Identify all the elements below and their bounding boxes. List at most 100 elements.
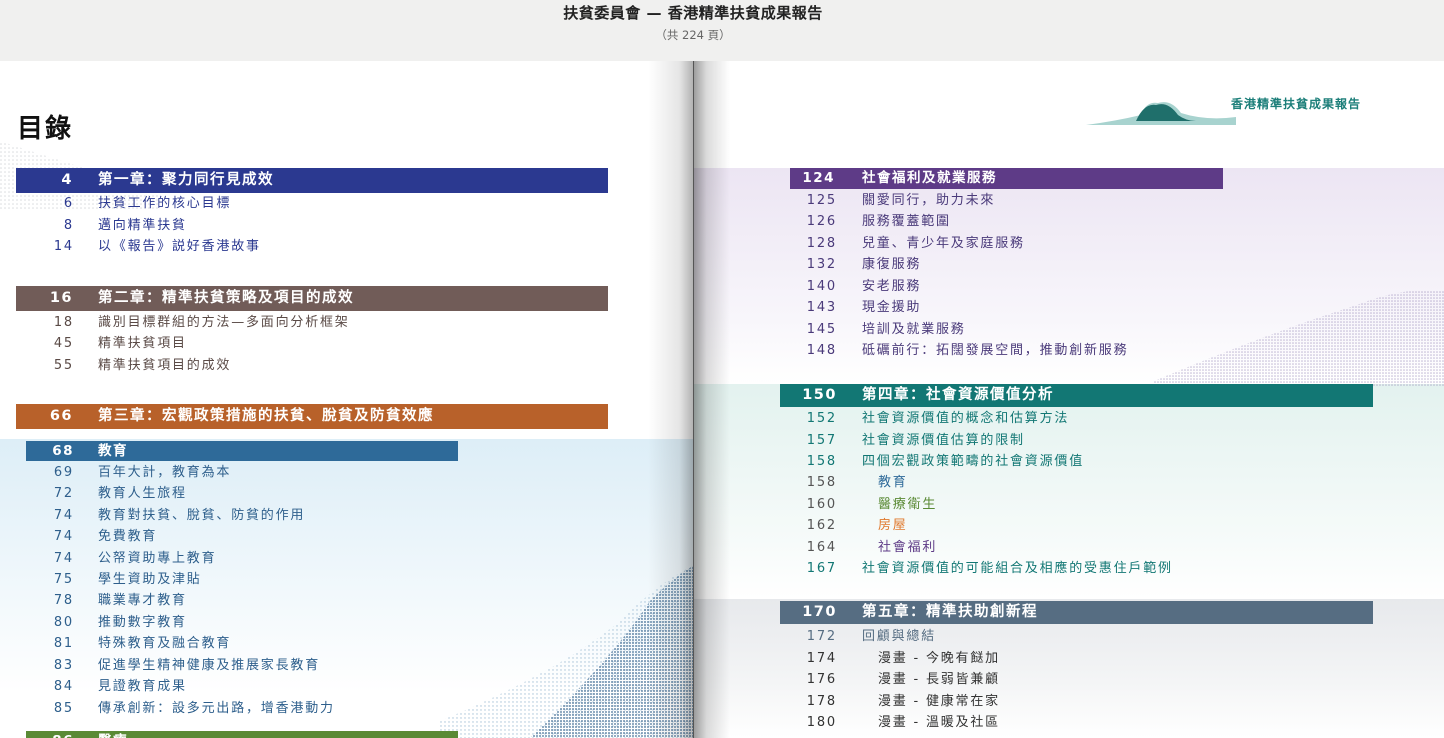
toc-item[interactable]: 125 關愛同行，助力未來 [694, 191, 1344, 211]
toc-item[interactable]: 126 服務覆蓋範圍 [694, 212, 1344, 232]
item-title: 免費教育 [98, 529, 158, 544]
item-title: 教育 [878, 475, 908, 490]
viewer-header: 扶貧委員會 — 香港精準扶貧成果報告 （共 224 頁） [0, 0, 1444, 60]
page-number: 6 [63, 196, 74, 211]
toc-item[interactable]: 128 兒童、青少年及家庭服務 [694, 234, 1344, 254]
toc-subitem[interactable]: 174 漫畫 - 今晚有餸加 [694, 649, 1344, 669]
chapter-3-bar[interactable]: 66 第三章：宏觀政策措施的扶貧、脫貧及防貧效應 [16, 404, 608, 429]
toc-item[interactable]: 83 促進學生精神健康及推展家長教育 [0, 656, 600, 676]
item-title: 以《報告》説好香港故事 [98, 239, 261, 254]
item-title: 識別目標群組的方法—多面向分析框架 [98, 315, 350, 330]
item-title: 服務覆蓋範圍 [862, 214, 951, 229]
toc-item[interactable]: 14 以《報告》説好香港故事 [0, 237, 600, 257]
toc-item[interactable]: 78 職業專才教育 [0, 591, 600, 611]
toc-item[interactable]: 72 教育人生旅程 [0, 484, 600, 504]
toc-item[interactable]: 74 免費教育 [0, 527, 600, 547]
toc-item[interactable]: 140 安老服務 [694, 277, 1344, 297]
toc-subitem[interactable]: 178 漫畫 - 健康常在家 [694, 692, 1344, 712]
spine-shadow [694, 61, 730, 738]
page-number: 74 [53, 551, 74, 566]
toc-item[interactable]: 80 推動數字教育 [0, 613, 600, 633]
chapter-5-bar[interactable]: 170 第五章：精準扶助創新程 [780, 601, 1373, 624]
toc-item[interactable]: 143 現金援助 [694, 298, 1344, 318]
item-title: 傳承創新：設多元出路，增香港動力 [98, 701, 335, 716]
item-title: 精準扶貧項目的成效 [98, 358, 232, 373]
toc-item[interactable]: 55 精準扶貧項目的成效 [0, 356, 600, 376]
toc-item[interactable]: 157 社會資源價值估算的限制 [694, 431, 1344, 451]
toc-item[interactable]: 8 邁向精準扶貧 [0, 216, 600, 236]
toc-item[interactable]: 74 教育對扶貧、脫貧、防貧的作用 [0, 506, 600, 526]
report-logo-text: 香港精準扶貧成果報告 [1231, 97, 1362, 111]
toc-item[interactable]: 145 培訓及就業服務 [694, 320, 1344, 340]
page-number: 69 [53, 465, 74, 480]
item-title: 現金援助 [862, 300, 922, 315]
item-title: 兒童、青少年及家庭服務 [862, 236, 1025, 251]
education-bar[interactable]: 68 教育 [26, 441, 458, 461]
page-number: 78 [53, 593, 74, 608]
item-title: 教育人生旅程 [98, 486, 187, 501]
toc-item[interactable]: 6 扶貧工作的核心目標 [0, 194, 600, 214]
item-title: 邁向精準扶貧 [98, 218, 187, 233]
item-title: 社會資源價值的可能組合及相應的受惠住戶範例 [862, 561, 1173, 576]
chapter-title: 第五章：精準扶助創新程 [862, 604, 1038, 620]
toc-item[interactable]: 75 學生資助及津貼 [0, 570, 600, 590]
toc-subitem[interactable]: 164 社會福利 [694, 538, 1344, 558]
section-title: 社會福利及就業服務 [862, 170, 997, 186]
page-number: 83 [53, 658, 74, 673]
toc-subitem[interactable]: 180 漫畫 - 溫暖及社區 [694, 713, 1344, 733]
left-page[interactable]: 目錄 4 第一章：聚力同行見成效 6 扶貧工作的核心目標 8 邁向精準扶貧 14… [0, 61, 693, 738]
item-title: 四個宏觀政策範疇的社會資源價值 [862, 454, 1085, 469]
section-title: 教育 [98, 443, 128, 459]
toc-item[interactable]: 167 社會資源價值的可能組合及相應的受惠住戶範例 [694, 559, 1344, 579]
welfare-bar[interactable]: 124 社會福利及就業服務 [790, 168, 1223, 189]
right-page[interactable]: 香港精準扶貧成果報告 124 社會福利及就業服務 125 關愛同行，助力未來 1… [694, 61, 1444, 738]
item-title: 漫畫 - 長弱皆兼顧 [878, 672, 1000, 687]
item-title: 促進學生精神健康及推展家長教育 [98, 658, 321, 673]
page-number: 81 [53, 636, 74, 651]
toc-item[interactable]: 158 四個宏觀政策範疇的社會資源價值 [694, 452, 1344, 472]
chapter-2-bar[interactable]: 16 第二章：精準扶貧策略及項目的成效 [16, 286, 608, 311]
chapter-title: 第三章：宏觀政策措施的扶貧、脫貧及防貧效應 [98, 408, 434, 424]
toc-item[interactable]: 45 精準扶貧項目 [0, 334, 600, 354]
item-title: 砥礪前行：拓闊發展空間，推動創新服務 [862, 343, 1129, 358]
page-number: 68 [52, 443, 74, 459]
toc-subitem[interactable]: 160 醫療衛生 [694, 495, 1344, 515]
item-title: 漫畫 - 健康常在家 [878, 694, 1000, 709]
item-title: 見證教育成果 [98, 679, 187, 694]
item-title: 漫畫 - 今晚有餸加 [878, 651, 1000, 666]
item-title: 社會資源價值估算的限制 [862, 433, 1025, 448]
toc-item[interactable]: 148 砥礪前行：拓闊發展空間，推動創新服務 [694, 341, 1344, 361]
page-number: 18 [53, 315, 74, 330]
page-number: 124 [802, 170, 835, 186]
toc-subitem[interactable]: 176 漫畫 - 長弱皆兼顧 [694, 670, 1344, 690]
toc-item[interactable]: 152 社會資源價值的概念和估算方法 [694, 409, 1344, 429]
toc-item[interactable]: 172 回顧與總結 [694, 627, 1344, 647]
toc-item[interactable]: 81 特殊教育及融合教育 [0, 634, 600, 654]
toc-item[interactable]: 69 百年大計，教育為本 [0, 463, 600, 483]
item-title: 學生資助及津貼 [98, 572, 202, 587]
page-number: 8 [63, 218, 74, 233]
toc-item[interactable]: 132 康復服務 [694, 255, 1344, 275]
page-number: 85 [53, 701, 74, 716]
toc-subitem[interactable]: 162 房屋 [694, 516, 1344, 536]
page-gutter [693, 61, 694, 738]
toc-item[interactable]: 85 傳承創新：設多元出路，增香港動力 [0, 699, 600, 719]
item-title: 社會資源價值的概念和估算方法 [862, 411, 1070, 426]
page-number: 150 [802, 387, 837, 403]
page-number: 80 [53, 615, 74, 630]
toc-item[interactable]: 18 識別目標群組的方法—多面向分析框架 [0, 313, 600, 333]
toc-subitem[interactable]: 158 教育 [694, 473, 1344, 493]
item-title: 精準扶貧項目 [98, 336, 187, 351]
medical-bar[interactable]: 86 醫療 [26, 731, 458, 738]
toc-item[interactable]: 74 公帑資助專上教育 [0, 549, 600, 569]
item-title: 特殊教育及融合教育 [98, 636, 232, 651]
item-title: 公帑資助專上教育 [98, 551, 217, 566]
toc-item[interactable]: 84 見證教育成果 [0, 677, 600, 697]
item-title: 社會福利 [878, 540, 938, 555]
page-number: 86 [26, 731, 74, 738]
chapter-4-bar[interactable]: 150 第四章：社會資源價值分析 [780, 384, 1373, 407]
item-title: 回顧與總結 [862, 629, 937, 644]
chapter-1-bar[interactable]: 4 第一章：聚力同行見成效 [16, 168, 608, 193]
item-title: 關愛同行，助力未來 [862, 193, 996, 208]
page-number: 66 [49, 408, 73, 424]
